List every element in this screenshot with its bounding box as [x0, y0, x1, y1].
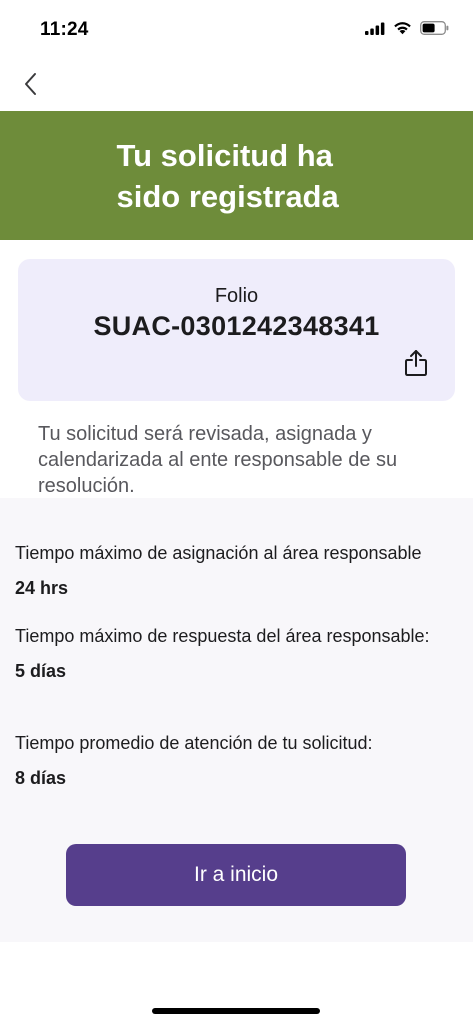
- info-label: Tiempo máximo de asignación al área resp…: [15, 543, 422, 563]
- battery-icon: [420, 21, 449, 35]
- info-section: Tiempo máximo de asignación al área resp…: [0, 498, 473, 942]
- cellular-signal-icon: [365, 22, 385, 35]
- info-item-average-time: Tiempo promedio de atención de tu solici…: [15, 732, 465, 789]
- folio-card: Folio SUAC-0301242348341: [18, 259, 455, 401]
- folio-number: SUAC-0301242348341: [93, 311, 380, 341]
- back-button[interactable]: [12, 66, 48, 102]
- share-icon: [405, 350, 427, 376]
- banner-title: Tu solicitud ha sido registrada: [116, 137, 339, 214]
- share-button[interactable]: [401, 347, 431, 379]
- confirmation-banner: Tu solicitud ha sido registrada: [0, 111, 473, 240]
- status-icons: [365, 21, 449, 35]
- info-item-response-time: Tiempo máximo de respuesta del área resp…: [15, 625, 465, 682]
- description-text: Tu solicitud será revisada, asignada y c…: [38, 423, 398, 497]
- go-home-button[interactable]: Ir a inicio: [66, 844, 406, 906]
- folio-label: Folio: [214, 285, 259, 307]
- info-value: 5 días: [15, 661, 67, 681]
- status-bar: 11:24: [0, 0, 473, 58]
- wifi-icon: [394, 22, 411, 35]
- status-time: 11:24: [40, 19, 89, 40]
- info-value: 24 hrs: [15, 578, 69, 598]
- home-indicator: [152, 1008, 320, 1014]
- info-label: Tiempo promedio de atención de tu solici…: [15, 733, 373, 753]
- info-item-assignment-time: Tiempo máximo de asignación al área resp…: [15, 542, 465, 599]
- confirmation-screen: 11:24 Tu solicitud ha sido registrada Fo…: [0, 0, 473, 1024]
- chevron-left-icon: [25, 73, 36, 95]
- info-value: 8 días: [15, 768, 67, 788]
- info-label: Tiempo máximo de respuesta del área resp…: [15, 626, 430, 646]
